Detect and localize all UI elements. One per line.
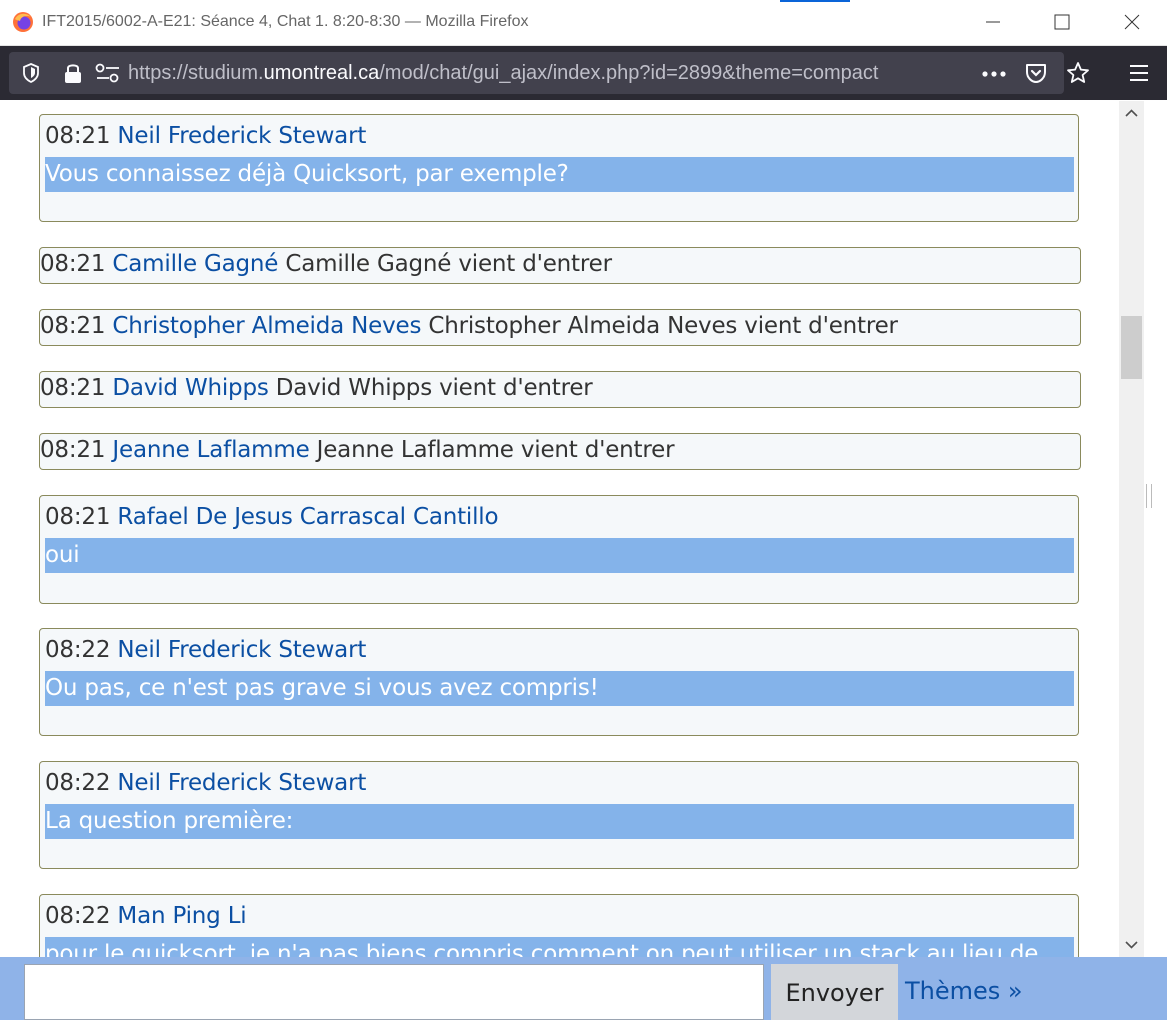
message-text: Christopher Almeida Neves vient d'entrer — [428, 313, 898, 339]
message-user-link[interactable]: David Whipps — [112, 375, 268, 401]
minimize-icon — [986, 21, 1000, 23]
message-text: oui — [45, 538, 1074, 573]
message-user-link[interactable]: Jeanne Laflamme — [112, 437, 309, 463]
system-message: 08:21 David Whipps David Whipps vient d'… — [39, 371, 1081, 408]
scroll-down-arrow-icon[interactable] — [1119, 933, 1144, 957]
message-text: Vous connaissez déjà Quicksort, par exem… — [45, 157, 1074, 192]
message-time: 08:21 — [40, 375, 106, 401]
close-icon — [1124, 14, 1140, 30]
message-time: 08:22 — [45, 770, 111, 796]
themes-link[interactable]: Thèmes » — [905, 977, 1023, 1005]
maximize-icon — [1054, 14, 1070, 30]
chat-message: 08:22 Neil Frederick Stewart La question… — [39, 761, 1079, 869]
maximize-button[interactable] — [1047, 8, 1077, 36]
chat-message: 08:21 Neil Frederick Stewart Vous connai… — [39, 114, 1079, 222]
message-user-link[interactable]: Rafael De Jesus Carrascal Cantillo — [117, 504, 498, 530]
hamburger-menu-icon[interactable] — [1129, 63, 1149, 83]
window-titlebar: IFT2015/6002-A-E21: Séance 4, Chat 1. 8:… — [0, 0, 1167, 46]
chat-message: 08:21 Rafael De Jesus Carrascal Cantillo… — [39, 495, 1079, 604]
message-input[interactable] — [24, 964, 764, 1020]
minimize-button[interactable] — [978, 8, 1008, 36]
frame-border — [1144, 101, 1167, 957]
chat-messages-pane: 08:21 Neil Frederick Stewart Vous connai… — [0, 101, 1119, 957]
system-message: 08:21 Camille Gagné Camille Gagné vient … — [39, 247, 1081, 284]
chat-input-bar: Envoyer Thèmes » — [0, 957, 1167, 1020]
firefox-logo-icon — [13, 12, 33, 32]
url-path: /mod/chat/gui_ajax/index.php?id=2899&the… — [379, 62, 879, 84]
message-text: Camille Gagné vient d'entrer — [285, 251, 612, 277]
url-text: https://studium.umontreal.ca/mod/chat/gu… — [128, 62, 878, 85]
page-actions-menu-icon[interactable] — [981, 70, 1007, 78]
message-user-link[interactable]: Christopher Almeida Neves — [112, 313, 421, 339]
send-button[interactable]: Envoyer — [771, 964, 898, 1020]
system-message: 08:21 Christopher Almeida Neves Christop… — [39, 309, 1081, 346]
url-bar[interactable]: https://studium.umontreal.ca/mod/chat/gu… — [9, 52, 1064, 94]
chat-message: 08:22 Man Ping Li pour le quicksort, je … — [39, 894, 1079, 957]
frame-resize-grip-icon[interactable] — [1146, 484, 1152, 508]
chat-scrollbar[interactable] — [1119, 101, 1144, 957]
message-time: 08:21 — [40, 437, 106, 463]
message-user-link[interactable]: Neil Frederick Stewart — [117, 637, 366, 663]
bookmark-star-icon[interactable] — [1066, 61, 1090, 85]
lock-icon[interactable] — [63, 62, 83, 84]
message-time: 08:21 — [40, 313, 106, 339]
message-header: 08:21 Neil Frederick Stewart — [45, 123, 366, 149]
message-time: 08:21 — [40, 251, 106, 277]
message-header: 08:22 Man Ping Li — [45, 903, 247, 929]
message-header: 08:22 Neil Frederick Stewart — [45, 770, 366, 796]
message-text: La question première: — [45, 804, 1074, 839]
message-text: pour le quicksort, je n'a pas biens comp… — [45, 937, 1074, 957]
message-text: David Whipps vient d'entrer — [275, 375, 593, 401]
system-message: 08:21 Jeanne Laflamme Jeanne Laflamme vi… — [39, 433, 1081, 470]
pocket-icon[interactable] — [1025, 62, 1047, 84]
close-button[interactable] — [1117, 8, 1147, 36]
window-title: IFT2015/6002-A-E21: Séance 4, Chat 1. 8:… — [42, 13, 529, 30]
message-time: 08:21 — [45, 504, 111, 530]
permissions-icon[interactable] — [95, 63, 121, 83]
message-user-link[interactable]: Neil Frederick Stewart — [117, 123, 366, 149]
scroll-thumb[interactable] — [1121, 316, 1142, 379]
message-time: 08:21 — [45, 123, 111, 149]
message-header: 08:21 Rafael De Jesus Carrascal Cantillo — [45, 504, 499, 530]
message-text: Ou pas, ce n'est pas grave si vous avez … — [45, 671, 1074, 706]
tracking-shield-icon[interactable] — [21, 63, 41, 83]
message-time: 08:22 — [45, 637, 111, 663]
navigation-toolbar: https://studium.umontreal.ca/mod/chat/gu… — [0, 46, 1167, 100]
chat-message: 08:22 Neil Frederick Stewart Ou pas, ce … — [39, 628, 1079, 736]
scroll-up-arrow-icon[interactable] — [1119, 101, 1144, 125]
message-header: 08:22 Neil Frederick Stewart — [45, 637, 366, 663]
message-user-link[interactable]: Camille Gagné — [112, 251, 278, 277]
url-host: umontreal.ca — [263, 62, 380, 84]
message-text: Jeanne Laflamme vient d'entrer — [316, 437, 675, 463]
titlebar-accent — [780, 0, 850, 2]
message-user-link[interactable]: Man Ping Li — [117, 903, 246, 929]
message-user-link[interactable]: Neil Frederick Stewart — [117, 770, 366, 796]
message-time: 08:22 — [45, 903, 111, 929]
url-prefix: https://studium. — [128, 62, 264, 84]
